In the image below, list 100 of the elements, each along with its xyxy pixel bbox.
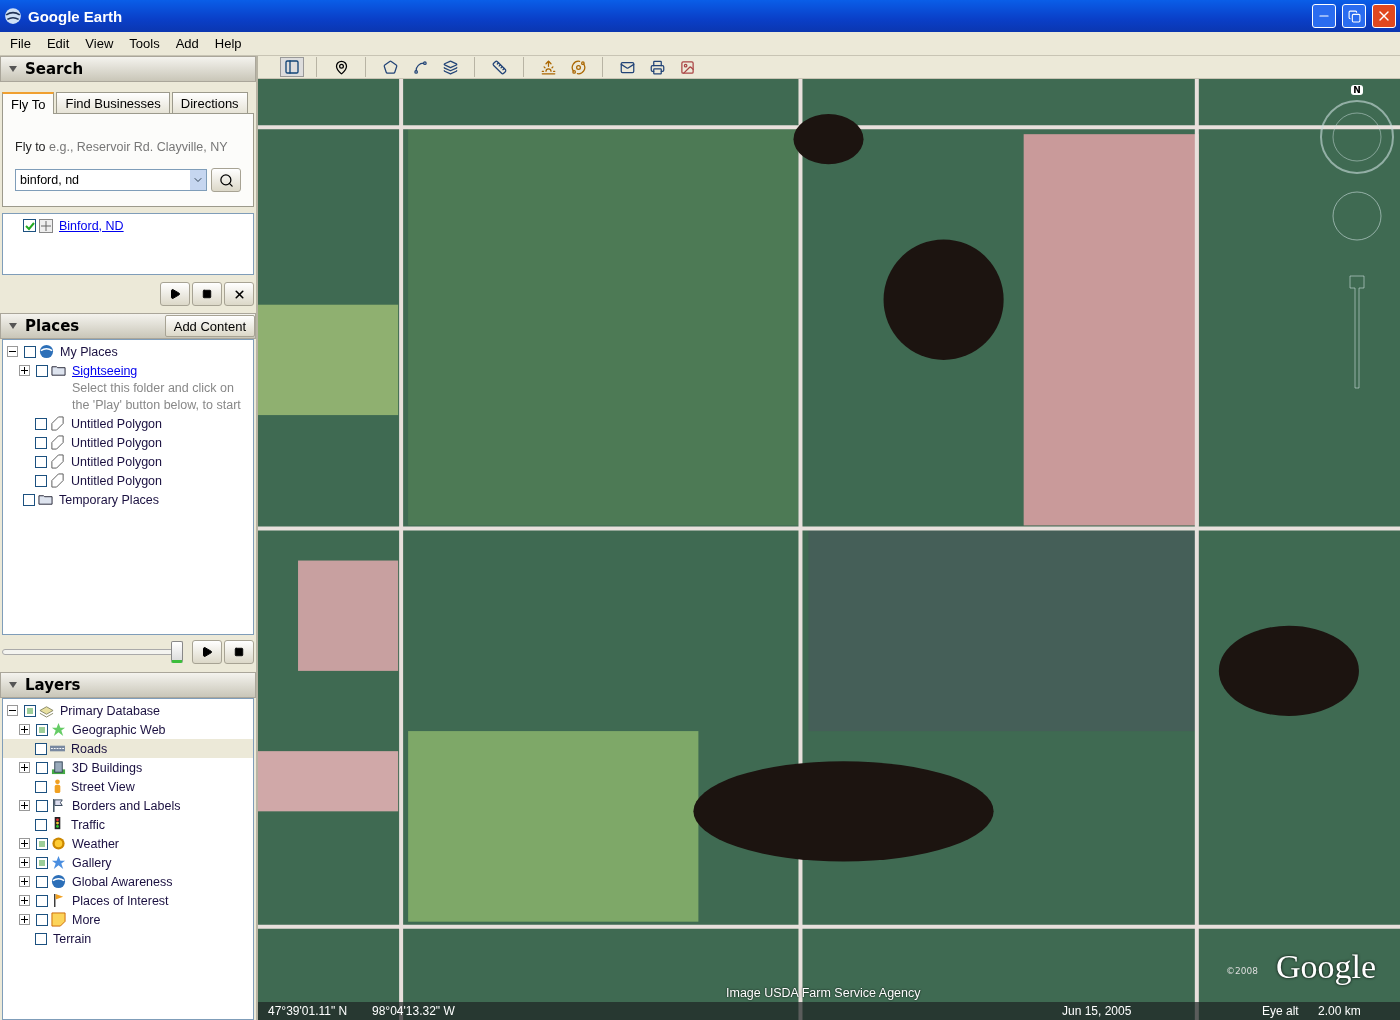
checkbox[interactable] xyxy=(36,856,48,869)
layer-label[interactable]: Global Awareness xyxy=(72,874,173,889)
menu-item[interactable]: Add xyxy=(167,36,207,51)
expand-toggle[interactable] xyxy=(19,876,30,887)
menu-item[interactable]: Edit xyxy=(38,36,78,51)
play-button[interactable] xyxy=(160,282,190,306)
checkbox[interactable] xyxy=(23,493,35,506)
expand-toggle[interactable] xyxy=(19,914,30,925)
checkbox[interactable] xyxy=(35,455,47,468)
tree-item-label[interactable]: Untitled Polygon xyxy=(71,435,163,450)
tab[interactable]: Fly To xyxy=(2,92,55,114)
checkbox[interactable] xyxy=(36,364,48,377)
close-button[interactable] xyxy=(224,282,254,306)
expand-toggle[interactable] xyxy=(19,895,30,906)
google-logo: Google xyxy=(1275,948,1376,986)
checkbox[interactable] xyxy=(36,761,48,774)
tab[interactable]: Find Businesses xyxy=(56,92,170,114)
tree-item-label[interactable]: Untitled Polygon xyxy=(71,454,163,469)
expand-toggle[interactable] xyxy=(19,800,30,811)
globe-icon xyxy=(39,344,54,359)
copyright-text: ©2008 xyxy=(1226,966,1258,976)
plus-icon xyxy=(21,367,28,374)
layers-icon xyxy=(39,703,54,718)
panel-title: Layers xyxy=(25,676,82,694)
layer-label[interactable]: 3D Buildings xyxy=(72,760,143,775)
minus-icon xyxy=(9,348,16,355)
expand-toggle[interactable] xyxy=(19,365,30,376)
tour-speed-slider[interactable] xyxy=(2,640,182,664)
folder-link[interactable]: Sightseeing xyxy=(72,363,138,378)
plus-icon xyxy=(21,840,28,847)
folder-description: Select this folder and click on the 'Play' button below, to start xyxy=(71,380,242,414)
checkbox[interactable] xyxy=(35,436,47,449)
layer-label[interactable]: Places of Interest xyxy=(72,893,169,908)
close-icon xyxy=(232,287,246,301)
plus-icon xyxy=(21,897,28,904)
restore-button[interactable] xyxy=(1342,4,1366,28)
search-button[interactable] xyxy=(211,168,241,192)
menu-item[interactable]: File xyxy=(2,36,39,51)
checkbox[interactable] xyxy=(36,837,48,850)
play-icon xyxy=(201,646,213,658)
minus-icon xyxy=(9,707,16,714)
layer-label[interactable]: Weather xyxy=(72,836,119,851)
slider-thumb[interactable] xyxy=(170,641,183,663)
minimize-button[interactable] xyxy=(1312,4,1336,28)
checkbox[interactable] xyxy=(36,875,48,888)
star-icon xyxy=(51,855,66,870)
tree-item-label[interactable]: Untitled Polygon xyxy=(71,416,163,431)
stop-icon xyxy=(202,289,212,299)
folder-icon xyxy=(38,492,53,507)
layer-label[interactable]: Street View xyxy=(71,779,135,794)
checkbox[interactable] xyxy=(36,723,48,736)
tree-item-label[interactable]: My Places xyxy=(60,344,118,359)
compass-north-label: N xyxy=(1351,85,1363,95)
layer-label[interactable]: Traffic xyxy=(71,817,106,832)
panel-header[interactable]: Search xyxy=(0,56,256,82)
checkbox[interactable] xyxy=(35,417,47,430)
layer-label[interactable]: Roads xyxy=(71,741,108,756)
checkbox[interactable] xyxy=(24,704,36,717)
plus-icon xyxy=(21,726,28,733)
checkbox[interactable] xyxy=(35,818,47,831)
panel-header[interactable]: Places Add Content xyxy=(0,313,256,339)
menu-item[interactable]: View xyxy=(77,36,122,51)
checkbox[interactable] xyxy=(36,799,48,812)
expand-toggle[interactable] xyxy=(19,762,30,773)
checkbox[interactable] xyxy=(35,932,47,945)
sidebar-toggle-icon[interactable] xyxy=(280,57,304,77)
globe-icon xyxy=(4,7,22,25)
collapse-toggle[interactable] xyxy=(7,705,18,716)
checkbox[interactable] xyxy=(35,742,47,755)
checkbox[interactable] xyxy=(23,219,36,232)
panel-header[interactable]: Layers xyxy=(0,672,256,698)
layer-label[interactable]: Primary Database xyxy=(60,703,161,718)
expand-toggle[interactable] xyxy=(19,724,30,735)
layer-label[interactable]: Borders and Labels xyxy=(72,798,181,813)
plus-icon xyxy=(21,916,28,923)
result-link[interactable]: Binford, ND xyxy=(59,218,124,233)
layer-label[interactable]: More xyxy=(72,912,101,927)
restore-icon xyxy=(1347,9,1361,23)
checkbox[interactable] xyxy=(36,913,48,926)
play-button[interactable] xyxy=(192,640,222,664)
collapse-toggle[interactable] xyxy=(7,346,18,357)
expand-toggle[interactable] xyxy=(19,838,30,849)
add-content-button[interactable]: Add Content xyxy=(164,315,255,337)
panel-title: Search xyxy=(25,60,85,78)
checkbox[interactable] xyxy=(24,345,36,358)
checkbox[interactable] xyxy=(35,780,47,793)
layer-label[interactable]: Gallery xyxy=(72,855,112,870)
layer-label[interactable]: Terrain xyxy=(53,931,92,946)
checkbox[interactable] xyxy=(35,474,47,487)
tree-item-label[interactable]: Untitled Polygon xyxy=(71,473,163,488)
menu-item[interactable]: Tools xyxy=(121,36,168,51)
stop-button[interactable] xyxy=(192,282,222,306)
stop-button[interactable] xyxy=(224,640,254,664)
checkbox[interactable] xyxy=(36,894,48,907)
tree-item-label[interactable]: Temporary Places xyxy=(59,492,160,507)
stop-icon xyxy=(234,647,244,657)
layer-label[interactable]: Geographic Web xyxy=(72,722,166,737)
expand-toggle[interactable] xyxy=(19,857,30,868)
tab[interactable]: Directions xyxy=(171,92,248,114)
menu-item[interactable]: Help xyxy=(206,36,250,51)
